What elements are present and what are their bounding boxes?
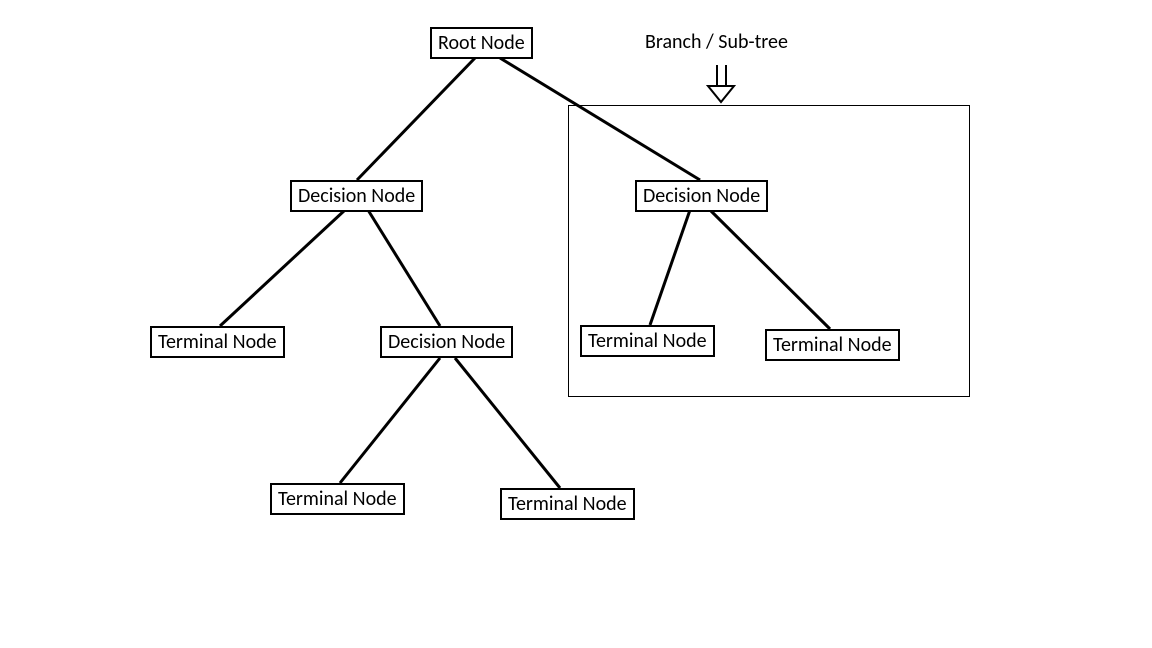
decision-node-right: Decision Node [635,180,768,212]
terminal-node-rr: Terminal Node [765,329,900,361]
decision-node-mid: Decision Node [380,326,513,358]
terminal-node-ll: Terminal Node [150,326,285,358]
down-arrow-icon [708,65,734,102]
terminal-node-ml: Terminal Node [270,483,405,515]
decision-node-left: Decision Node [290,180,423,212]
root-node: Root Node [430,27,533,59]
terminal-node-rl: Terminal Node [580,325,715,357]
terminal-node-mr: Terminal Node [500,488,635,520]
branch-annotation: Branch / Sub-tree [645,30,788,54]
